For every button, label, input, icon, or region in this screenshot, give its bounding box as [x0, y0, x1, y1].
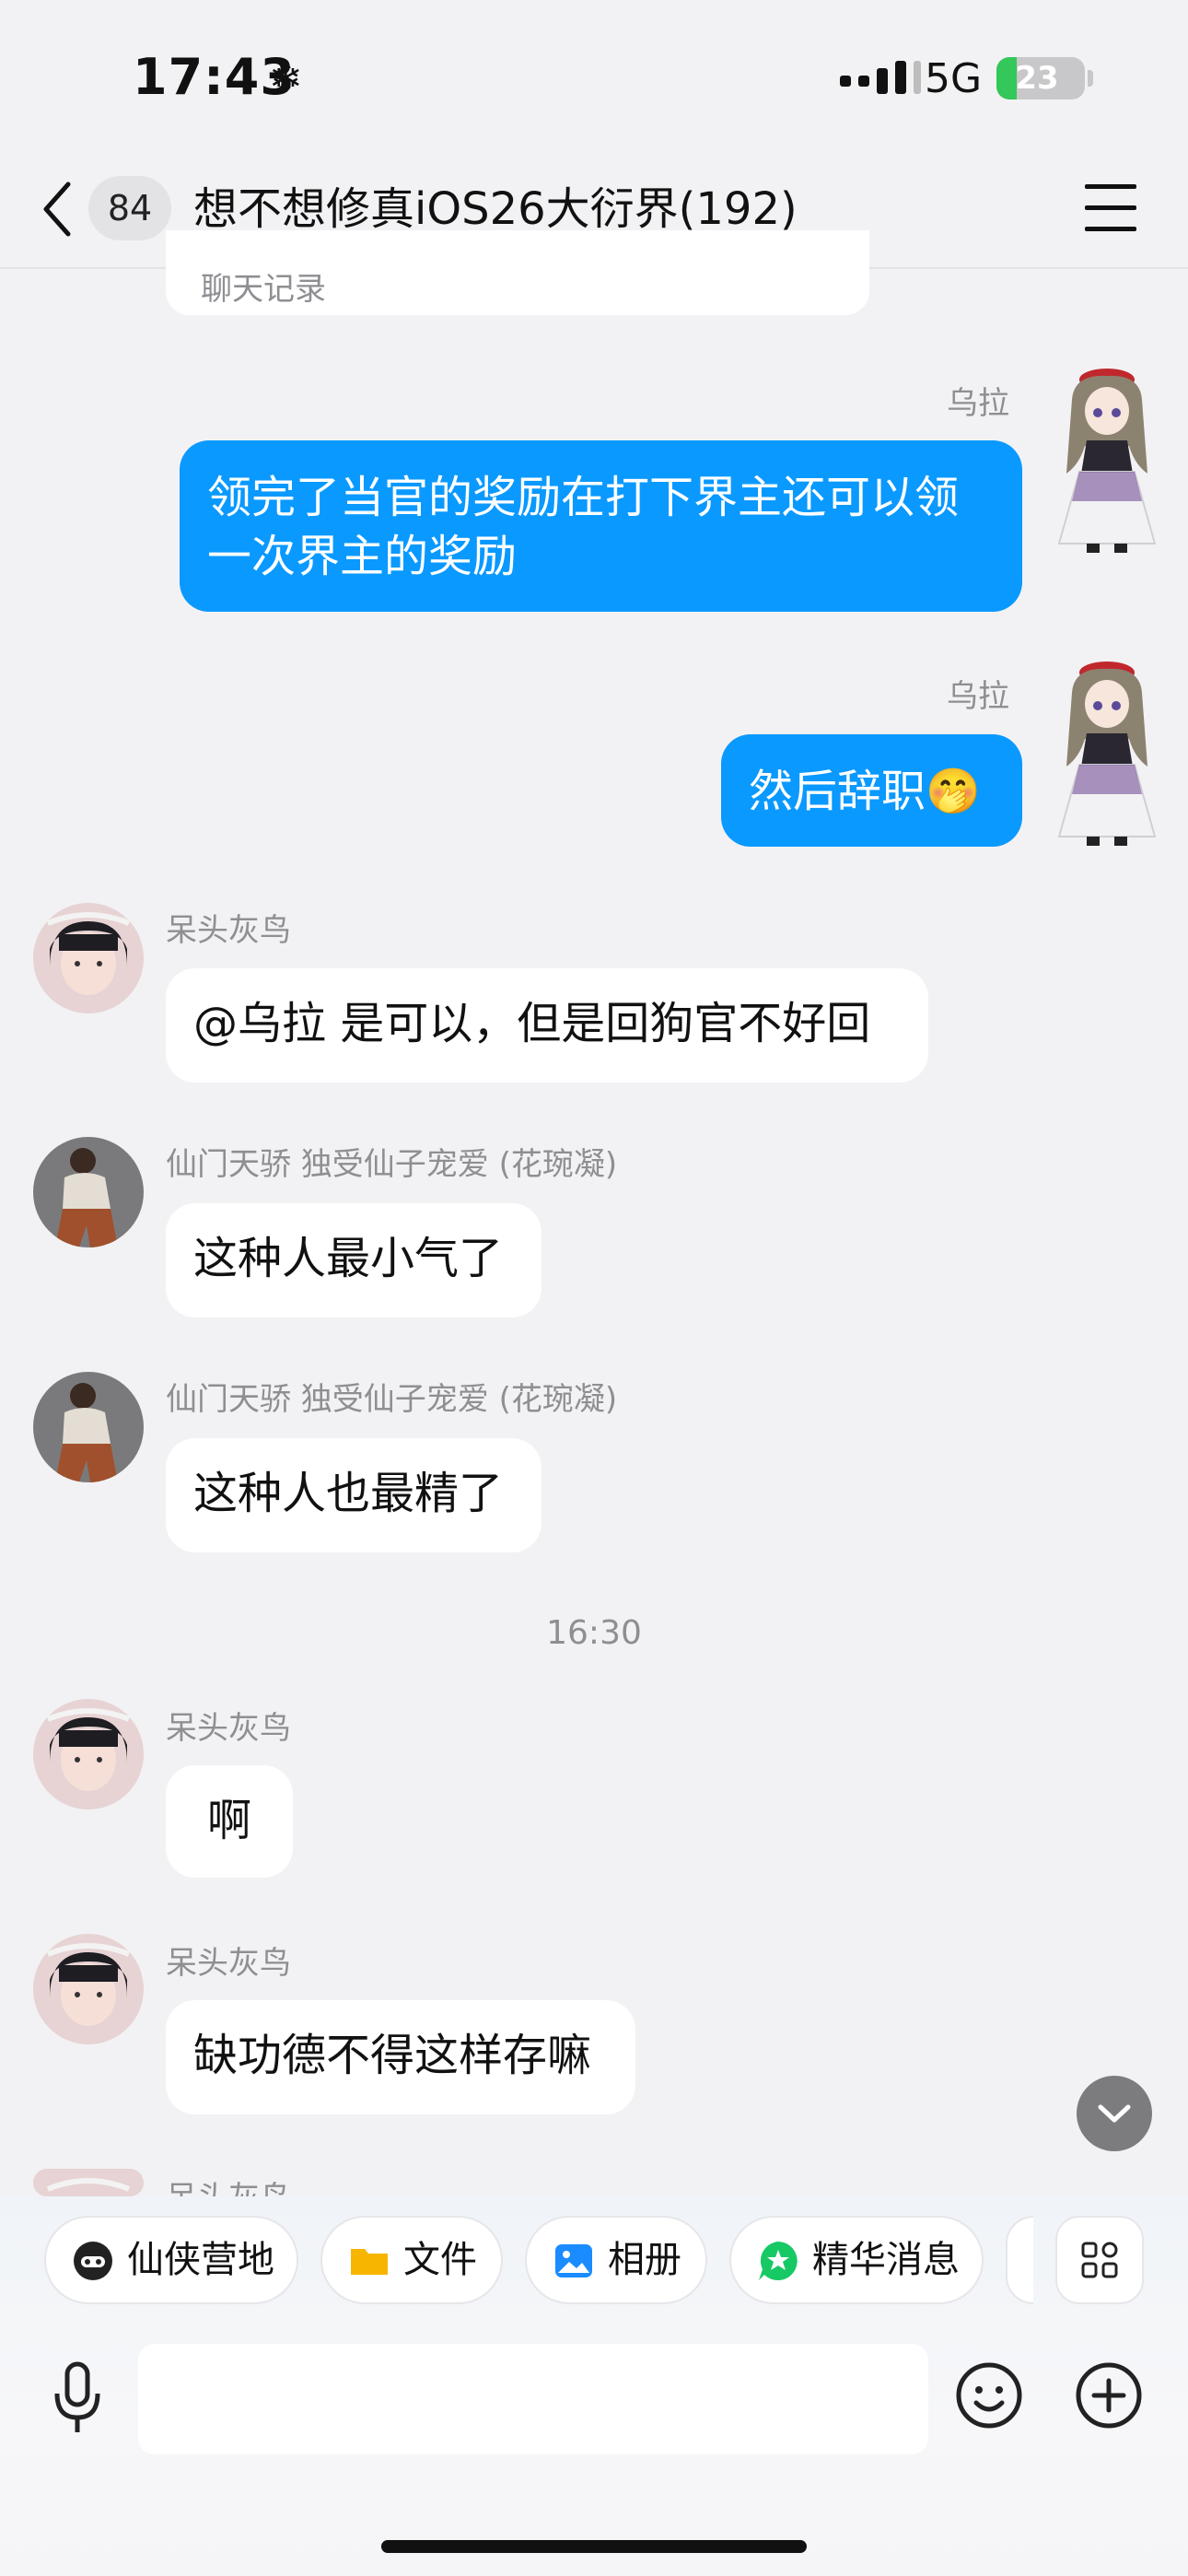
message-bubble-incoming[interactable]: @乌拉 是可以，但是回狗官不好回 [166, 968, 928, 1083]
game-icon [74, 2242, 112, 2280]
sender-name: 仙门天骄 独受仙子宠爱 (花琬凝) [166, 1381, 618, 1418]
chat-history-card[interactable]: 聊天记录 [166, 230, 869, 315]
message-bubble-outgoing[interactable]: 领完了当官的奖励在打下界主还可以领一次界主的奖励 [180, 440, 1022, 612]
battery-tip [1088, 70, 1093, 87]
unread-count-badge[interactable]: 84 [88, 176, 171, 240]
message-bubble-outgoing[interactable]: 然后辞职🤭 [721, 734, 1022, 847]
folder-icon [351, 2249, 388, 2275]
microphone-icon[interactable] [50, 2360, 105, 2438]
time-separator: 16:30 [546, 1614, 642, 1652]
emoji-icon[interactable] [954, 2360, 1024, 2430]
avatar-character[interactable] [1046, 656, 1166, 849]
sender-name: 呆头灰鸟 [166, 1945, 291, 1982]
chip-xianxia-camp[interactable]: 仙侠营地 [44, 2216, 298, 2304]
sender-name: 呆头灰鸟 [166, 912, 291, 949]
plus-icon[interactable] [1074, 2360, 1144, 2430]
chip-label: 文件 [403, 2239, 477, 2281]
back-chevron-icon[interactable] [37, 177, 77, 241]
chip-label: 仙侠营地 [127, 2239, 274, 2281]
battery-indicator: 23 [996, 57, 1085, 100]
chip-featured-messages[interactable]: 精华消息 [729, 2216, 984, 2304]
avatar-girl[interactable] [33, 903, 144, 1013]
chip-label: 相册 [608, 2239, 681, 2281]
home-indicator [381, 2540, 807, 2553]
message-bubble-incoming[interactable]: 啊 [166, 1765, 293, 1878]
sender-name: 仙门天骄 独受仙子宠爱 (花琬凝) [166, 1146, 618, 1183]
avatar-figure[interactable] [33, 1372, 144, 1482]
sender-name: 呆头灰鸟 [166, 1710, 291, 1747]
sender-name: 乌拉 [947, 678, 1009, 715]
message-bubble-incoming[interactable]: 这种人也最精了 [166, 1438, 542, 1552]
sender-name: 呆头灰鸟 [166, 2172, 291, 2196]
avatar-figure[interactable] [33, 1137, 144, 1247]
grid-icon [1081, 2242, 1118, 2278]
chip-label: 精华消息 [812, 2239, 960, 2281]
signal-icon [840, 61, 921, 94]
chip-files[interactable]: 文件 [320, 2216, 503, 2304]
sender-name: 乌拉 [947, 385, 1009, 422]
menu-icon[interactable] [1085, 184, 1136, 232]
snowflake-icon: ❄ [269, 55, 303, 102]
avatar-girl[interactable] [33, 2169, 144, 2196]
chat-history-label: 聊天记录 [201, 271, 326, 308]
battery-level: 23 [1015, 60, 1059, 97]
chip-partial[interactable] [1006, 2216, 1033, 2304]
chevron-down-icon [1098, 2104, 1131, 2123]
avatar-girl[interactable] [33, 1934, 144, 2044]
message-bubble-incoming[interactable]: 这种人最小气了 [166, 1203, 542, 1317]
star-icon [759, 2242, 798, 2280]
avatar-girl[interactable] [33, 1699, 144, 1809]
more-apps-button[interactable] [1055, 2216, 1144, 2304]
photo-icon [555, 2244, 592, 2277]
avatar-character[interactable] [1046, 363, 1166, 556]
chip-album[interactable]: 相册 [525, 2216, 707, 2304]
message-bubble-incoming[interactable]: 缺功德不得这样存嘛 [166, 2000, 635, 2114]
network-type: 5G [925, 55, 983, 102]
scroll-to-bottom-button[interactable] [1077, 2076, 1152, 2151]
message-input[interactable] [138, 2344, 928, 2454]
